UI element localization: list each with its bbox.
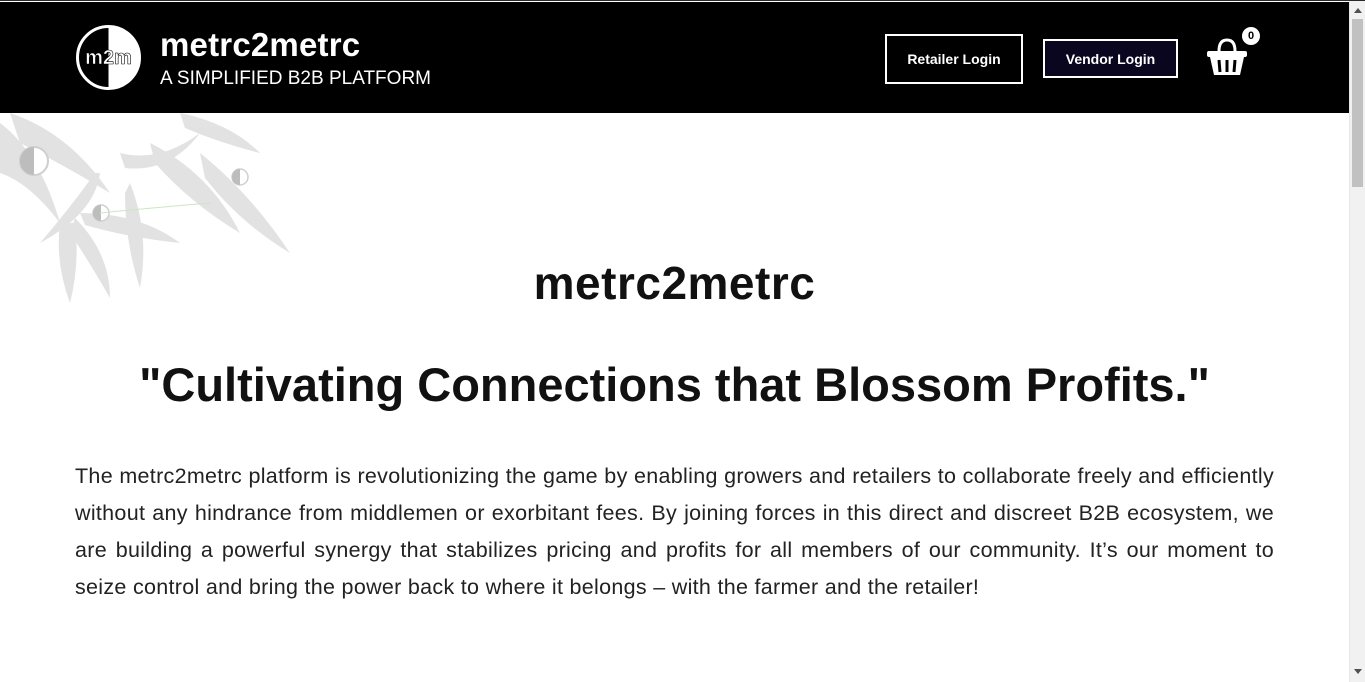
site-header: m2m metrc2metrc A SIMPLIFIED B2B PLATFOR… (0, 2, 1349, 113)
brand-tagline: A SIMPLIFIED B2B PLATFORM (160, 68, 431, 89)
scroll-up-arrow-icon[interactable] (1354, 8, 1362, 13)
page-title: metrc2metrc (533, 257, 816, 309)
scrollbar-thumb[interactable] (1352, 19, 1363, 187)
browser-page: m2m metrc2metrc A SIMPLIFIED B2B PLATFOR… (0, 0, 1365, 682)
logo-text: m2m (85, 47, 132, 69)
retailer-login-button[interactable]: Retailer Login (885, 34, 1023, 84)
slogan-heading: "Cultivating Connections that Blossom Pr… (139, 358, 1210, 411)
shopping-basket-icon[interactable] (1205, 35, 1249, 77)
scroll-down-arrow-icon[interactable] (1354, 669, 1362, 674)
intro-paragraph: The metrc2metrc platform is revolutioniz… (75, 464, 1274, 599)
vendor-login-button[interactable]: Vendor Login (1043, 39, 1178, 78)
cart-count-badge: 0 (1242, 27, 1260, 45)
vertical-scrollbar[interactable] (1349, 1, 1365, 682)
brand-name[interactable]: metrc2metrc (160, 26, 360, 64)
m2m-logo-icon[interactable]: m2m (75, 24, 142, 91)
